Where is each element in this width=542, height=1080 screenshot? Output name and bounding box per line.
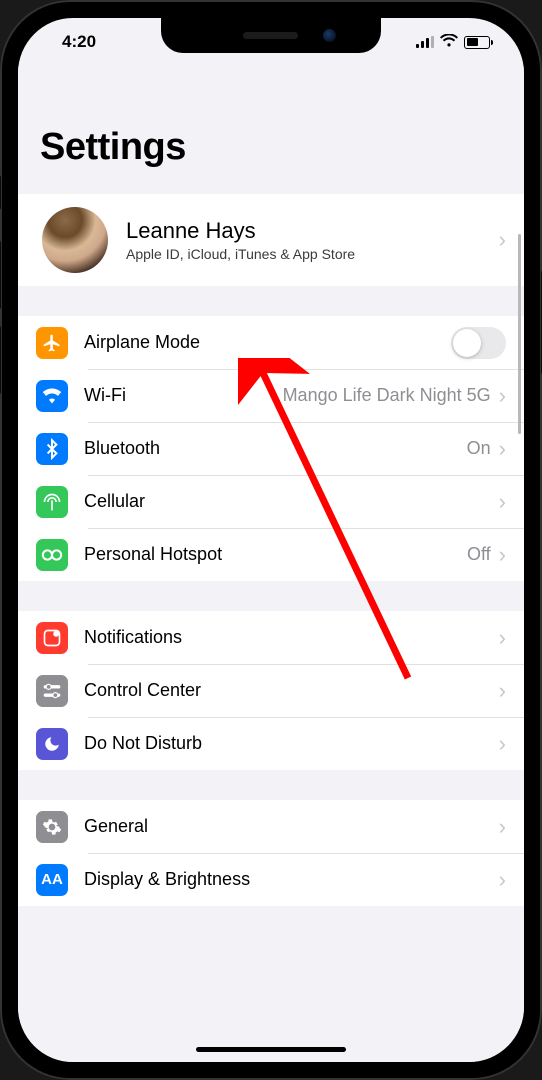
row-label: Bluetooth [84, 438, 467, 459]
chevron-right-icon: › [499, 436, 506, 462]
notifications-row[interactable]: Notifications › [18, 611, 524, 664]
chevron-right-icon: › [499, 489, 506, 515]
row-label: Airplane Mode [84, 332, 451, 353]
row-label: Do Not Disturb [84, 733, 499, 754]
chevron-right-icon: › [499, 542, 506, 568]
notifications-group: Notifications › Control Center › Do Not … [18, 611, 524, 770]
row-value: On [467, 438, 491, 459]
profile-name: Leanne Hays [126, 218, 499, 244]
row-label: General [84, 816, 499, 837]
airplane-icon [36, 327, 68, 359]
chevron-right-icon: › [499, 867, 506, 893]
front-camera [323, 29, 336, 42]
scroll-indicator [518, 234, 521, 434]
notifications-icon [36, 622, 68, 654]
wifi-row[interactable]: Wi-Fi Mango Life Dark Night 5G › [18, 369, 524, 422]
row-value: Off [467, 544, 491, 565]
display-icon: AA [36, 864, 68, 896]
airplane-toggle[interactable] [451, 327, 506, 359]
mute-switch [0, 175, 1, 210]
row-label: Display & Brightness [84, 869, 499, 890]
home-indicator[interactable] [196, 1047, 346, 1052]
cellular-row[interactable]: Cellular › [18, 475, 524, 528]
control-center-row[interactable]: Control Center › [18, 664, 524, 717]
display-row[interactable]: AA Display & Brightness › [18, 853, 524, 906]
chevron-right-icon: › [499, 678, 506, 704]
battery-icon [464, 36, 490, 49]
chevron-right-icon: › [499, 625, 506, 651]
general-row[interactable]: General › [18, 800, 524, 853]
chevron-right-icon: › [499, 227, 506, 253]
hotspot-icon [36, 539, 68, 571]
connectivity-group: Airplane Mode Wi-Fi Mango Life Dark Nigh… [18, 316, 524, 581]
avatar [42, 207, 108, 273]
wifi-icon [440, 32, 458, 52]
profile-group: Leanne Hays Apple ID, iCloud, iTunes & A… [18, 194, 524, 286]
page-title: Settings [40, 126, 502, 169]
device-frame: 4:20 Settings Leanne Hays Apple ID, [0, 0, 542, 1080]
row-label: Control Center [84, 680, 499, 701]
airplane-mode-row[interactable]: Airplane Mode [18, 316, 524, 369]
row-label: Notifications [84, 627, 499, 648]
cellular-icon [36, 486, 68, 518]
chevron-right-icon: › [499, 814, 506, 840]
dnd-row[interactable]: Do Not Disturb › [18, 717, 524, 770]
notch [161, 18, 381, 53]
status-time: 4:20 [48, 32, 96, 52]
row-label: Cellular [84, 491, 499, 512]
row-label: Wi-Fi [84, 385, 283, 406]
moon-icon [36, 728, 68, 760]
chevron-right-icon: › [499, 731, 506, 757]
general-group: General › AA Display & Brightness › [18, 800, 524, 906]
apple-id-row[interactable]: Leanne Hays Apple ID, iCloud, iTunes & A… [18, 194, 524, 286]
bluetooth-row[interactable]: Bluetooth On › [18, 422, 524, 475]
gear-icon [36, 811, 68, 843]
profile-subtitle: Apple ID, iCloud, iTunes & App Store [126, 246, 499, 262]
header: Settings [18, 66, 524, 179]
row-value: Mango Life Dark Night 5G [283, 385, 491, 406]
row-label: Personal Hotspot [84, 544, 467, 565]
chevron-right-icon: › [499, 383, 506, 409]
cellular-signal-icon [416, 36, 434, 48]
bluetooth-icon [36, 433, 68, 465]
control-center-icon [36, 675, 68, 707]
wifi-settings-icon [36, 380, 68, 412]
volume-up-button [0, 240, 1, 310]
screen: 4:20 Settings Leanne Hays Apple ID, [18, 18, 524, 1062]
volume-down-button [0, 325, 1, 395]
settings-list[interactable]: Leanne Hays Apple ID, iCloud, iTunes & A… [18, 179, 524, 1062]
speaker-grill [243, 32, 298, 39]
hotspot-row[interactable]: Personal Hotspot Off › [18, 528, 524, 581]
